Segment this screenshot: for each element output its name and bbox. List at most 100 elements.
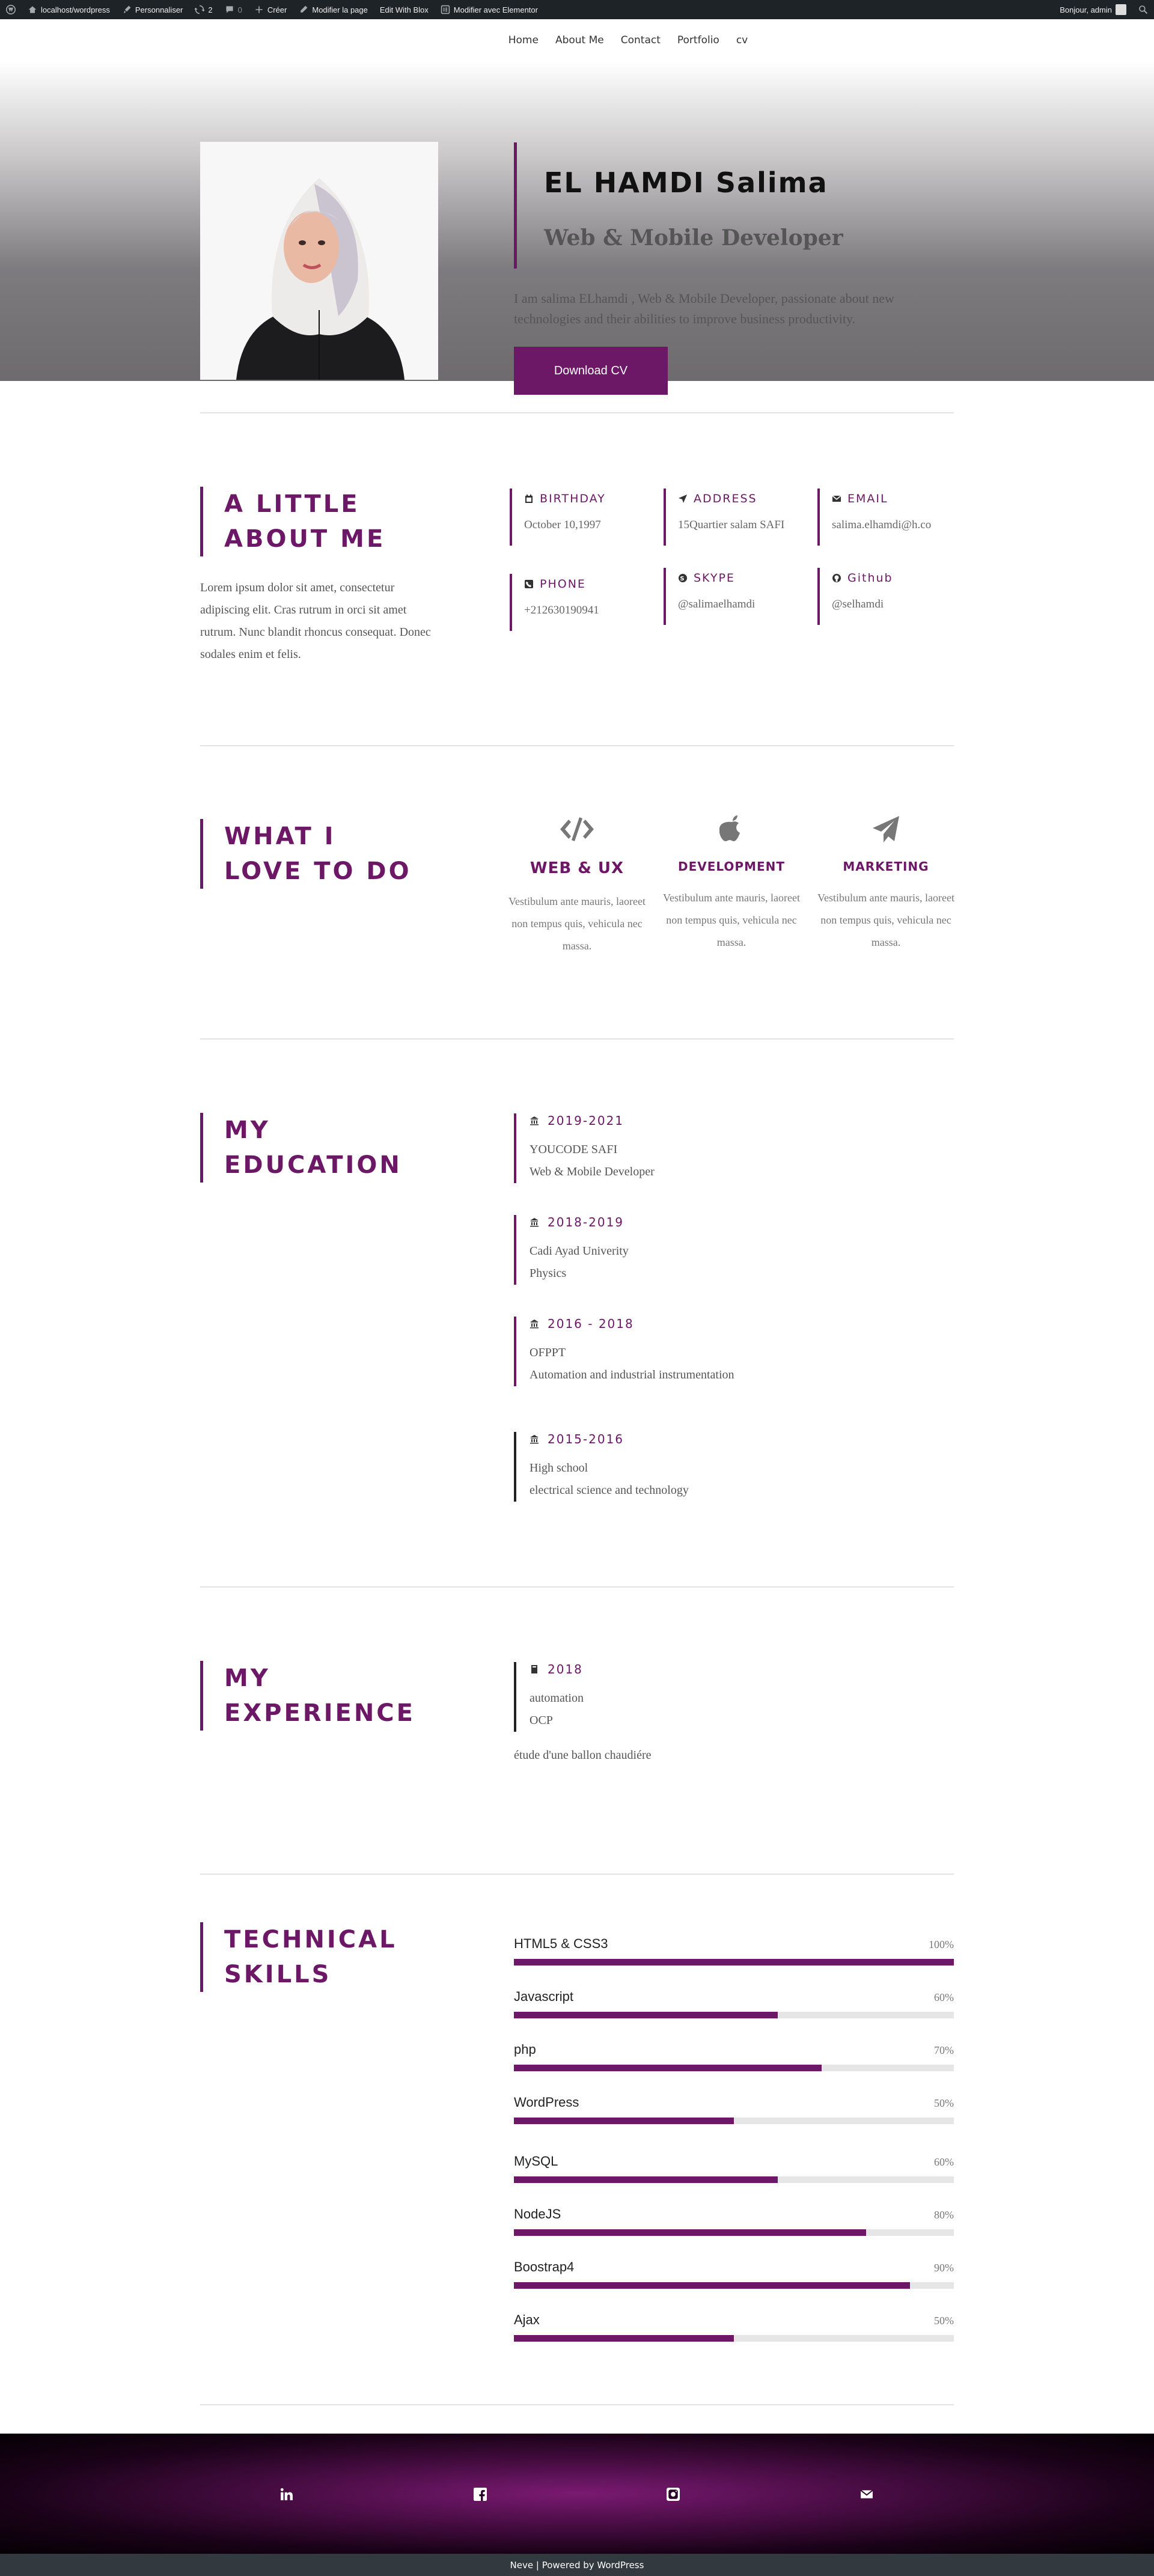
- github-icon: [832, 574, 841, 582]
- primary-navigation: Home About Me Contact Portfolio cv: [0, 19, 1154, 61]
- footer-credits: Neve | Powered by WordPress: [0, 2554, 1154, 2576]
- new-content-link[interactable]: Créer: [248, 0, 293, 19]
- updates-link[interactable]: 2: [189, 0, 218, 19]
- search-icon: [1139, 5, 1148, 14]
- info-birthday: BIRTHDAY October 10,1997: [510, 489, 650, 546]
- edit-with-blox-link[interactable]: Edit With Blox: [374, 0, 435, 19]
- wp-admin-bar: localhost/wordpress Personnaliser 2 0 Cr…: [0, 0, 1154, 19]
- nav-home[interactable]: Home: [508, 34, 539, 46]
- wordpress-logo-icon[interactable]: [0, 0, 22, 19]
- skill-bar-fill: [514, 2335, 734, 2342]
- nav-portfolio[interactable]: Portfolio: [677, 34, 719, 46]
- info-phone: PHONE +212630190941: [510, 574, 650, 631]
- plus-icon: [255, 6, 263, 13]
- brush-icon: [124, 5, 131, 14]
- hero-section: EL HAMDI Salima Web & Mobile Developer I…: [0, 61, 1154, 395]
- skill-bar-fill: [514, 2282, 910, 2289]
- skill-item: NodeJS 80%: [514, 2206, 954, 2236]
- skills-section-title: TECHNICAL SKILLS: [200, 1922, 397, 1992]
- nav-cv[interactable]: cv: [736, 34, 748, 46]
- skype-icon: S: [679, 574, 687, 582]
- info-email: EMAIL salima.elhamdi@h.co: [817, 489, 958, 546]
- skill-item: MySQL 60%: [514, 2154, 954, 2183]
- skill-bar-fill: [514, 2229, 866, 2236]
- apple-icon: [719, 815, 740, 841]
- avatar: [1116, 4, 1126, 15]
- profile-photo: [200, 142, 438, 380]
- home-icon: [28, 6, 37, 13]
- hero-name: EL HAMDI Salima: [544, 166, 828, 199]
- info-skype: S SKYPE @salimaelhamdi: [664, 568, 804, 625]
- refresh-icon: [195, 5, 205, 14]
- site-name-link[interactable]: localhost/wordpress: [22, 0, 116, 19]
- skill-item: Boostrap4 90%: [514, 2259, 954, 2289]
- experience-item: 2018 automation OCP: [514, 1662, 584, 1732]
- service-development: DEVELOPMENT Vestibulum ante mauris, laor…: [659, 811, 804, 954]
- admin-search-button[interactable]: [1132, 0, 1154, 19]
- svg-text:S: S: [680, 576, 685, 582]
- divider: [200, 745, 954, 746]
- info-address: ADDRESS 15Quartier salam SAFI: [664, 489, 804, 546]
- divider: [200, 1586, 954, 1588]
- email-link[interactable]: [858, 2485, 876, 2503]
- linkedin-icon: [280, 2488, 293, 2500]
- skill-item: Javascript 60%: [514, 1989, 954, 2018]
- comments-link[interactable]: 0: [219, 0, 248, 19]
- paper-plane-icon: [873, 816, 899, 842]
- university-icon: [530, 1218, 539, 1227]
- university-icon: [530, 1116, 539, 1125]
- skill-bar: [514, 2282, 954, 2289]
- book-icon: [531, 1665, 537, 1673]
- pencil-icon: [301, 5, 308, 13]
- skill-bar: [514, 2065, 954, 2071]
- phone-icon: [525, 580, 533, 588]
- hero-heading-block: EL HAMDI Salima Web & Mobile Developer: [514, 142, 843, 269]
- skill-bar-fill: [514, 2065, 822, 2071]
- download-cv-button[interactable]: Download CV: [514, 347, 668, 395]
- info-github: Github @selhamdi: [817, 568, 958, 625]
- envelope-icon: [860, 2489, 873, 2498]
- skill-bar: [514, 2012, 954, 2018]
- instagram-icon: [667, 2488, 680, 2501]
- education-item: 2018-2019 Cadi Ayad Univerity Physics: [514, 1215, 629, 1285]
- calendar-icon: [525, 495, 533, 503]
- comment-icon: [226, 6, 233, 13]
- elementor-icon: [441, 5, 450, 14]
- footer: [0, 2434, 1154, 2554]
- skill-item: Ajax 50%: [514, 2312, 954, 2342]
- skill-bar: [514, 2118, 954, 2124]
- skill-item: php 70%: [514, 2042, 954, 2071]
- skill-bar-fill: [514, 2118, 734, 2124]
- education-item: 2015-2016 High school electrical science…: [514, 1432, 689, 1502]
- education-section-title: MY EDUCATION: [200, 1113, 402, 1183]
- skill-bar-fill: [514, 2176, 778, 2183]
- linkedin-link[interactable]: [278, 2485, 296, 2503]
- divider: [200, 1038, 954, 1040]
- skill-bar: [514, 2335, 954, 2342]
- about-section-title: A LITTLE ABOUT ME: [200, 487, 385, 556]
- facebook-icon: [474, 2488, 487, 2501]
- education-item: 2016 - 2018 OFPPT Automation and industr…: [514, 1317, 734, 1386]
- skill-bar: [514, 2176, 954, 2183]
- service-web-ux: WEB & UX Vestibulum ante mauris, laoreet…: [505, 811, 649, 957]
- experience-note: étude d'une ballon chaudiére: [514, 1749, 652, 1762]
- nav-about-me[interactable]: About Me: [555, 34, 604, 46]
- my-account-link[interactable]: Bonjour, admin: [1054, 0, 1132, 19]
- edit-with-elementor-link[interactable]: Modifier avec Elementor: [435, 0, 544, 19]
- skill-bar: [514, 1959, 954, 1965]
- nav-contact[interactable]: Contact: [621, 34, 661, 46]
- edit-page-link[interactable]: Modifier la page: [293, 0, 374, 19]
- hero-description: I am salima ELhamdi , Web & Mobile Devel…: [514, 291, 894, 326]
- instagram-link[interactable]: [664, 2485, 682, 2503]
- skill-item: HTML5 & CSS3 100%: [514, 1936, 954, 1965]
- facebook-link[interactable]: [471, 2485, 489, 2503]
- skill-bar-fill: [514, 2012, 778, 2018]
- hero-role: Web & Mobile Developer: [544, 225, 843, 251]
- service-marketing: MARKETING Vestibulum ante mauris, laoree…: [814, 811, 958, 954]
- customize-link[interactable]: Personnaliser: [116, 0, 189, 19]
- university-icon: [530, 1320, 539, 1329]
- education-item: 2019-2021 YOUCODE SAFI Web & Mobile Deve…: [514, 1113, 655, 1183]
- divider: [200, 412, 954, 413]
- envelope-icon: [832, 495, 841, 502]
- skill-bar-fill: [514, 1959, 954, 1965]
